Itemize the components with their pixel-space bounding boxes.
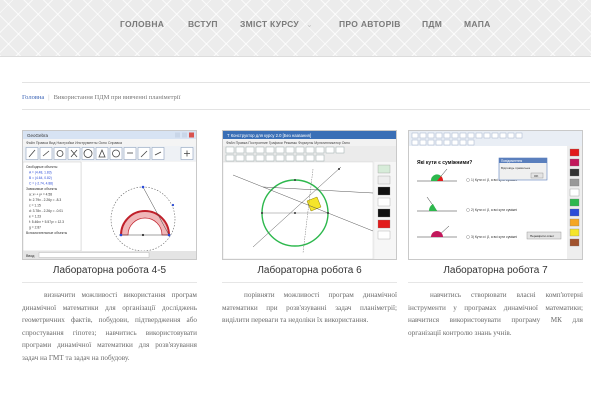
svg-text:Вспомогательные объекты: Вспомогательные объекты <box>26 231 68 235</box>
lab-description: порівняти можливості програм динамічної … <box>222 291 397 325</box>
nav-item-home[interactable]: ГОЛОВНА <box>120 19 164 29</box>
geogebra-menu-text: Файл Правка Вид Настройки Инструменты Ок… <box>26 141 122 145</box>
geogebra-input-label: Ввод: <box>26 254 35 258</box>
site-header: ГОЛОВНА ВСТУП ЗМІСТ КУРСУ ⌄ ПРО АВТОРІВ … <box>0 0 591 57</box>
chevron-down-icon[interactable]: ⌄ <box>306 20 313 29</box>
dynamic-geometry-screenshot: Т Конструктор для курсу 2.0 [Без названи… <box>223 131 396 259</box>
breadcrumb-current: Використання ПДМ при вивченні планіметрі… <box>53 94 181 101</box>
test-question-text: Які кути є суміжними? <box>417 160 472 166</box>
nav-item-pdm[interactable]: ПДМ <box>422 19 442 29</box>
svg-text:2) Кути α і β, а всі кути сумі: 2) Кути α і β, а всі кути суміжні <box>471 208 517 212</box>
svg-text:B = (4.64, 0.82): B = (4.64, 0.82) <box>29 176 52 180</box>
card-divider <box>222 282 397 283</box>
svg-text:a: x² + y² = 4.58: a: x² + y² = 4.58 <box>29 193 52 197</box>
lab-title[interactable]: Лабораторна робота 4-5 <box>22 265 197 276</box>
svg-text:Перевірити ответ: Перевірити ответ <box>530 234 555 238</box>
lab-thumbnail-test[interactable]: Які кути є суміжними? 1) Кути α і β, а в… <box>408 130 583 260</box>
card-divider <box>408 282 583 283</box>
card-divider <box>22 282 197 283</box>
svg-text:Відповідь правильна: Відповідь правильна <box>501 166 530 170</box>
divider-top <box>22 82 590 83</box>
divider-bottom <box>22 109 590 110</box>
svg-text:Повідомлення: Повідомлення <box>501 159 522 163</box>
svg-text:f: 5.46x² + 5.57y² = 12.3: f: 5.46x² + 5.57y² = 12.3 <box>29 220 64 224</box>
geogebra-title-text: GeoGebra <box>27 133 49 138</box>
lab-description: визначити можливості використання програ… <box>22 291 197 362</box>
lab-title[interactable]: Лабораторна робота 6 <box>222 265 397 276</box>
svg-text:e = 1.23: e = 1.23 <box>29 215 41 219</box>
gs-menu-text: Файл Правка Построение Графики Режимы Фо… <box>226 141 350 145</box>
nav-item-intro[interactable]: ВСТУП <box>188 19 218 29</box>
svg-text:b: 2.79x - 2.26y = -8.3: b: 2.79x - 2.26y = -8.3 <box>29 198 61 202</box>
svg-text:g = 2.87: g = 2.87 <box>29 226 41 230</box>
svg-text:OK: OK <box>534 174 538 178</box>
lab-thumbnail-geogebra[interactable]: GeoGebra Файл Правка Вид Настройки Инстр… <box>22 130 197 260</box>
svg-text:Свободные объекты: Свободные объекты <box>26 165 58 169</box>
nav-item-about-authors[interactable]: ПРО АВТОРІВ <box>339 19 401 29</box>
nav-item-course-contents[interactable]: ЗМІСТ КУРСУ <box>240 19 299 29</box>
breadcrumb-home-link[interactable]: Головна <box>22 94 44 101</box>
nav-item-map[interactable]: МАПА <box>464 19 491 29</box>
svg-text:A = (4.48, 1.83): A = (4.48, 1.83) <box>29 171 52 175</box>
lab-thumbnail-geometry[interactable]: Т Конструктор для курсу 2.0 [Без названи… <box>222 130 397 260</box>
geogebra-screenshot: GeoGebra Файл Правка Вид Настройки Инстр… <box>23 131 196 259</box>
breadcrumb: Головна | Використання ПДМ при вивченні пл… <box>22 94 180 101</box>
lab-description: навчитись створювати власні комп'ютерні … <box>408 291 583 337</box>
lab-title[interactable]: Лабораторна робота 7 <box>408 265 583 276</box>
svg-text:C = (-2.74, 4.88): C = (-2.74, 4.88) <box>29 182 53 186</box>
gs-title-text: Т Конструктор для курсу 2.0 [Без названи… <box>227 133 311 138</box>
svg-text:c = 1.15: c = 1.15 <box>29 204 41 208</box>
main-nav: ГОЛОВНА ВСТУП ЗМІСТ КУРСУ ⌄ ПРО АВТОРІВ … <box>0 19 591 33</box>
svg-text:Зависимые объекты: Зависимые объекты <box>26 187 58 191</box>
breadcrumb-separator: | <box>48 94 50 101</box>
svg-text:3) Кути α і β, а всі кути сумі: 3) Кути α і β, а всі кути суміжні <box>471 235 517 239</box>
svg-text:d: 3.78x - 2.26y = -0.01: d: 3.78x - 2.26y = -0.01 <box>29 209 63 213</box>
test-screenshot: Які кути є суміжними? 1) Кути α і β, а в… <box>409 131 582 259</box>
